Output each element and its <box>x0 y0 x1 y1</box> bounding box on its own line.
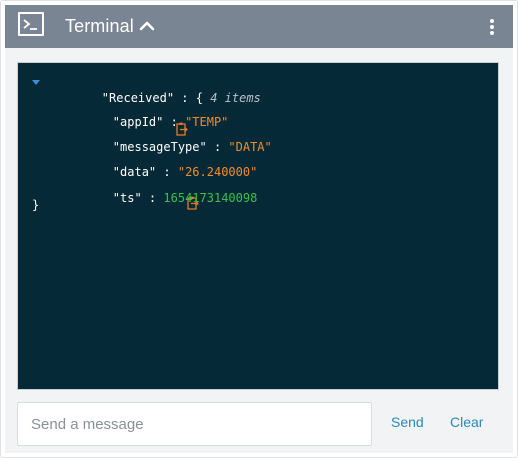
more-options-icon[interactable] <box>487 15 497 39</box>
field-value: 1654173140098 <box>163 191 258 205</box>
field-row: "messageType" : "DATA" <box>55 123 272 154</box>
terminal-icon <box>18 12 44 36</box>
root-node-line: "Received" : { 4 items <box>44 74 261 136</box>
terminal-panel: Terminal "Received" : { 4 items "appId" … <box>0 0 518 458</box>
send-button[interactable]: Send <box>391 414 424 430</box>
chevron-up-icon[interactable] <box>138 17 156 35</box>
collapse-toggle-icon[interactable] <box>32 80 40 85</box>
terminal-header: Terminal <box>5 5 513 48</box>
field-row: "appId" : "TEMP" <box>55 98 229 129</box>
field-key: "ts" <box>112 191 142 205</box>
message-input[interactable] <box>18 403 371 445</box>
close-brace: } <box>32 198 40 212</box>
field-row: "ts" : 1654173140098 <box>55 174 258 205</box>
message-input-container <box>17 402 372 446</box>
field-colon: : <box>141 191 164 205</box>
terminal-body: "Received" : { 4 items "appId" : "TEMP" … <box>5 48 513 453</box>
panel-title: Terminal <box>65 16 134 36</box>
field-row: "data" : "26.240000" <box>55 148 257 210</box>
console-output[interactable]: "Received" : { 4 items "appId" : "TEMP" … <box>17 62 499 390</box>
clear-button[interactable]: Clear <box>450 414 483 430</box>
